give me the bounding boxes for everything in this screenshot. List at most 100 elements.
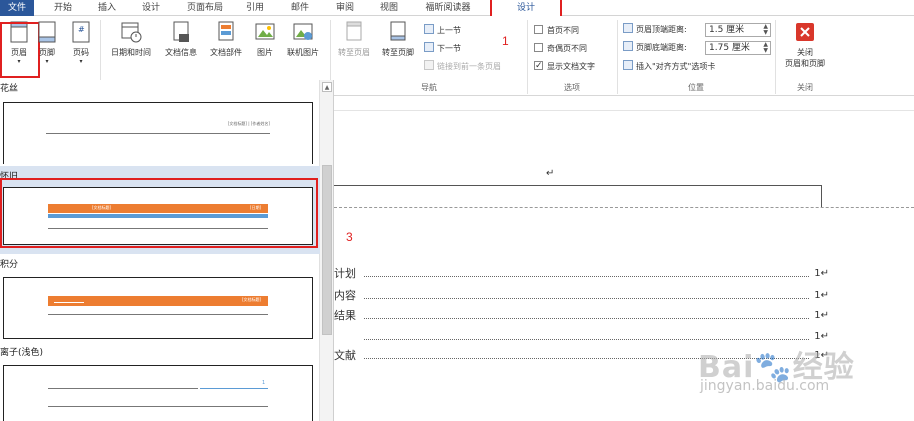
document-info-icon (173, 21, 189, 42)
gallery-section-title: 积分 (0, 260, 19, 270)
show-document-text-checkbox[interactable]: 显示文档文字 (534, 59, 595, 74)
link-to-previous-button[interactable]: 链接到前一条页眉 (424, 60, 501, 74)
tab-page-layout[interactable]: 页面布局 (180, 0, 230, 16)
baidu-watermark-url: jingyan.baidu.com (700, 378, 830, 394)
toc-page-number: 1↵ (814, 268, 829, 279)
preview-rule (200, 388, 268, 389)
goto-footer-label: 转至页脚 (382, 48, 414, 57)
options-group-label: 选项 (564, 83, 580, 92)
header-top-distance-value: 1.5 厘米 (709, 25, 745, 35)
close-header-footer-button[interactable]: 关闭 页眉和页脚 (778, 20, 832, 69)
checkbox-icon (534, 43, 543, 52)
checkbox-icon (534, 25, 543, 34)
different-odd-even-checkbox[interactable]: 奇偶页不同 (534, 42, 587, 56)
date-time-label: 日期和时间 (111, 48, 151, 57)
page-number-icon: # (72, 21, 90, 43)
tab-insert[interactable]: 插入 (92, 0, 122, 16)
online-picture-button[interactable]: 联机图片 (282, 20, 324, 58)
footer-button[interactable]: 页脚 ▾ (34, 20, 60, 65)
header-separator-dashed (334, 207, 914, 208)
tab-mailings[interactable]: 邮件 (285, 0, 315, 16)
gallery-section-title: 花丝 (0, 84, 19, 94)
footer-bottom-distance-input[interactable]: 1.75 厘米 ▲ ▼ (705, 41, 771, 55)
spinner-arrows-icon[interactable]: ▲ ▼ (763, 24, 768, 36)
close-line1: 关闭 (797, 48, 813, 57)
toc-leader-dots (364, 318, 809, 319)
preview-orange-band (48, 296, 268, 306)
position-group-label: 位置 (688, 83, 704, 92)
preview-text-right: 1 (262, 380, 266, 386)
document-parts-button[interactable]: 文档部件 (204, 20, 248, 58)
close-group-label: 关闭 (797, 83, 813, 92)
toc-page-number: 1↵ (814, 290, 829, 301)
annotation-1: 1 (502, 34, 509, 48)
footer-dropdown-arrow-icon: ▾ (45, 58, 49, 65)
previous-section-button[interactable]: 上一节 (424, 24, 461, 38)
document-parts-icon (218, 21, 234, 41)
date-time-button[interactable]: 日期和时间 (104, 20, 158, 58)
previous-section-icon (424, 24, 434, 34)
footer-button-label: 页脚 (39, 48, 55, 57)
close-line2: 页眉和页脚 (785, 59, 825, 68)
document-info-label: 文档信息 (165, 48, 197, 57)
header-border-line (334, 185, 822, 186)
online-picture-label: 联机图片 (287, 48, 319, 57)
header-border-right (821, 185, 822, 207)
toc-entry[interactable]: 结果 1↵ (334, 309, 829, 323)
footer-bottom-distance-label: 页脚底端距离: (636, 43, 687, 52)
tab-design[interactable]: 设计 (136, 0, 166, 16)
scrollbar-thumb[interactable] (322, 165, 332, 335)
picture-label: 图片 (257, 48, 273, 57)
gallery-item-integral[interactable]: [文档标题] (3, 277, 313, 339)
spinner-arrows-icon[interactable]: ▲ ▼ (763, 42, 768, 54)
close-icon (796, 23, 814, 41)
page-number-dropdown-arrow-icon: ▾ (79, 58, 83, 65)
toc-entry[interactable]: 计划 1↵ (334, 267, 829, 281)
gallery-scrollbar[interactable]: ▲ (319, 80, 333, 421)
tab-references[interactable]: 引用 (240, 0, 270, 16)
footer-page-icon (38, 21, 56, 43)
different-first-page-label: 首页不同 (547, 26, 579, 35)
alignment-tab-icon (623, 60, 633, 70)
calendar-clock-icon (121, 22, 142, 43)
annotation-3: 3 (346, 230, 353, 244)
scroll-up-arrow-icon[interactable]: ▲ (322, 82, 332, 92)
toc-entry-text: 计划 (334, 267, 356, 280)
previous-section-label: 上一节 (437, 26, 461, 35)
page-top-edge (334, 110, 914, 111)
footer-bottom-distance-value: 1.75 厘米 (709, 43, 750, 53)
header-top-distance-input[interactable]: 1.5 厘米 ▲ ▼ (705, 23, 771, 37)
goto-header-label: 转至页眉 (338, 48, 370, 57)
goto-header-button[interactable]: 转至页眉 (333, 20, 375, 58)
navigation-group-label: 导航 (421, 83, 437, 92)
toc-leader-dots (364, 298, 809, 299)
header-gallery-panel: ▲ 花丝 [文档标题] | [作者姓名] 怀旧 [文档标题] [日期] 积分 [… (0, 80, 334, 421)
toc-entry[interactable]: 内容 1↵ (334, 289, 829, 303)
insert-alignment-tab-button[interactable]: 插入"对齐方式"选项卡 (623, 60, 715, 74)
tab-foxit-reader[interactable]: 福昕阅读器 (418, 0, 478, 16)
footer-distance-icon (623, 41, 633, 51)
document-info-button[interactable]: 文档信息 (158, 20, 204, 58)
tab-header-footer-design[interactable]: 设计 (490, 0, 562, 16)
toc-leader-dots (364, 276, 809, 277)
preview-text: [文档标题] | [作者姓名] (227, 121, 270, 126)
goto-footer-button[interactable]: 转至页脚 (376, 20, 420, 58)
tab-home[interactable]: 开始 (48, 0, 78, 16)
picture-button[interactable]: 图片 (250, 20, 280, 58)
toc-page-number: 1↵ (814, 310, 829, 321)
preview-rule (46, 133, 270, 134)
picture-icon (255, 23, 275, 40)
gallery-item-ion-light[interactable]: 1 (3, 365, 313, 421)
text-cursor: ↵ (546, 168, 555, 179)
link-icon (424, 60, 434, 70)
different-first-page-checkbox[interactable]: 首页不同 (534, 24, 579, 38)
tab-file[interactable]: 文件 (0, 0, 34, 16)
gallery-item-filigree[interactable]: [文档标题] | [作者姓名] (3, 102, 313, 164)
header-top-distance-label: 页眉顶端距离: (636, 25, 687, 34)
preview-rule (54, 302, 84, 303)
page-number-button[interactable]: # 页码 ▾ (66, 20, 96, 65)
next-section-button[interactable]: 下一节 (424, 42, 461, 56)
tab-review[interactable]: 审阅 (330, 0, 360, 16)
online-picture-icon (293, 23, 313, 40)
tab-view[interactable]: 视图 (374, 0, 404, 16)
